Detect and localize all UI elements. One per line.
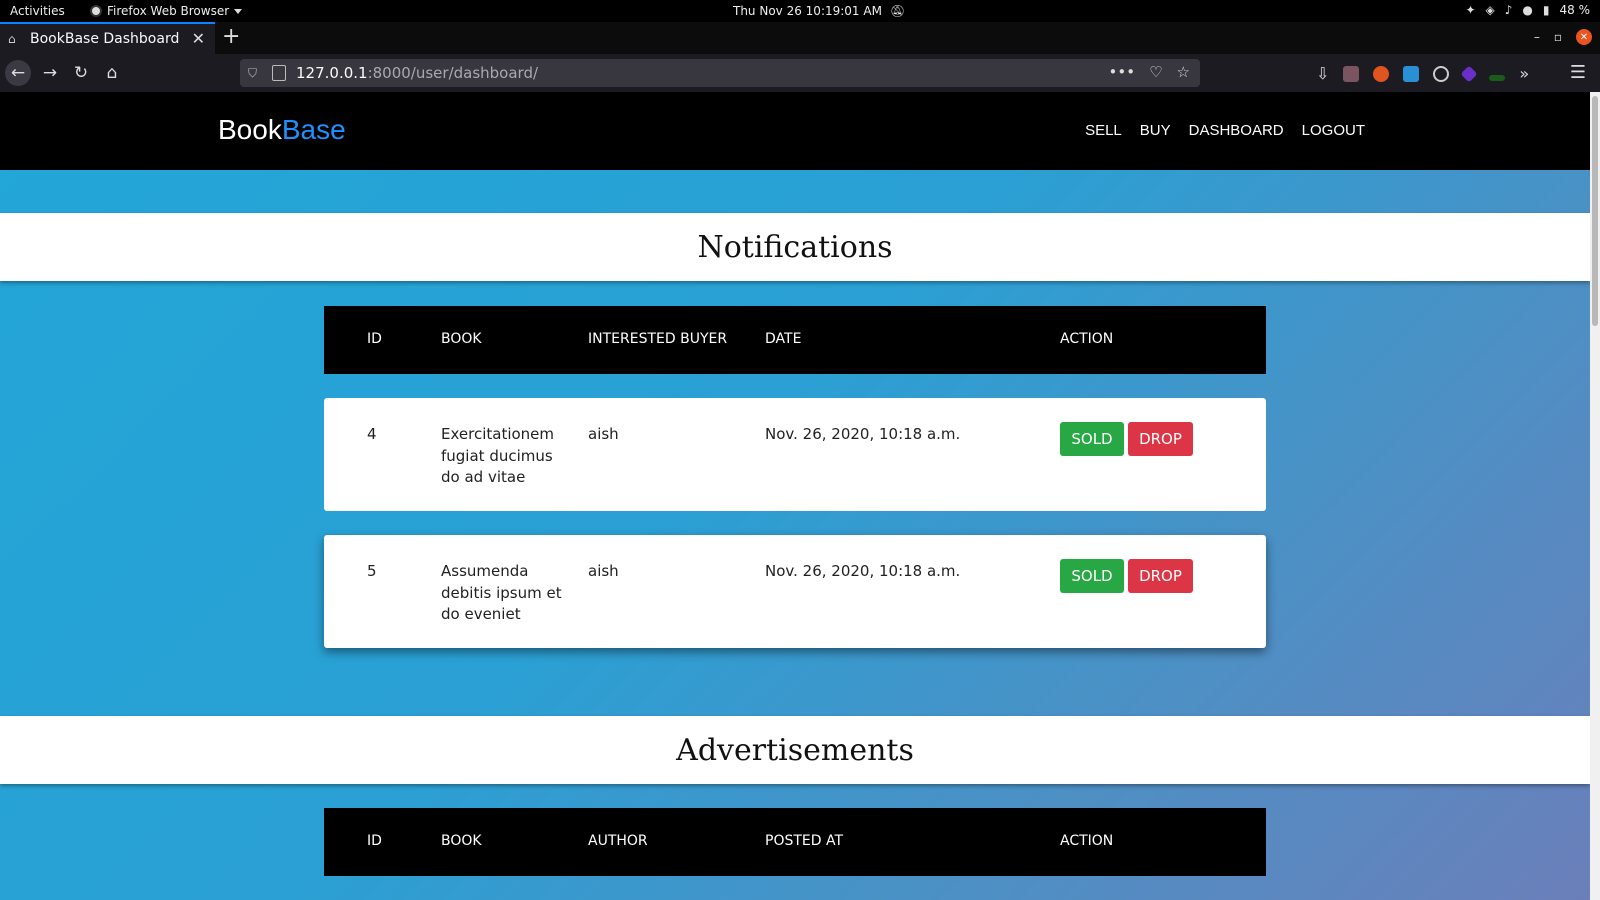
home-icon: ⌂ [8,32,16,46]
home-button[interactable]: ⌂ [99,60,125,86]
nav-buy-link[interactable]: BUY [1140,122,1171,139]
row-date: Nov. 26, 2020, 10:18 a.m. [765,425,961,443]
site-navbar: BookBase SELL BUY DASHBOARD LOGOUT [0,92,1590,170]
bookmark-star-icon[interactable]: ☆ [1177,63,1190,81]
restore-icon[interactable]: ▫ [1554,30,1562,44]
row-id: 5 [367,562,377,580]
forward-button[interactable]: → [37,60,63,86]
clock-text: Thu Nov 26 10:19:01 AM [733,4,882,18]
column-header-book: BOOK [441,331,482,347]
url-bar[interactable]: ⛉ 127.0.0.1:8000/user/dashboard/ ••• ♡ ☆ [240,59,1200,87]
page-actions-icon[interactable]: ••• [1109,63,1136,81]
scrollbar-thumb[interactable] [1592,96,1598,326]
drop-button[interactable]: DROP [1128,422,1193,456]
extension-tray-icon: ✦ [1465,3,1476,17]
row-buyer: aish [588,425,619,443]
battery-percent: 48 % [1559,3,1591,17]
extension-icon[interactable] [1343,65,1360,82]
notifications-muted-icon: 🔕︎ [889,4,906,18]
column-header-action: ACTION [1060,331,1114,347]
extension-icon[interactable] [1373,65,1390,82]
column-header-action: ACTION [1060,833,1114,849]
sold-button[interactable]: SOLD [1060,422,1124,456]
os-top-bar: Activities Firefox Web Browser Thu Nov 2… [0,0,1600,22]
firefox-icon [90,5,102,17]
row-book-title: Exercitationem fugiat ducimus do ad vita… [441,425,555,486]
site-nav-links: SELL BUY DASHBOARD LOGOUT [1085,122,1365,139]
tab-strip: ⌂ BookBase Dashboard ✕ + – ▫ ✕ [0,22,1600,54]
extension-icon[interactable] [1403,65,1420,82]
column-header-interested-buyer: INTERESTED BUYER [588,331,728,347]
brand-logo[interactable]: BookBase [218,114,346,146]
row-date: Nov. 26, 2020, 10:18 a.m. [765,562,961,580]
column-header-posted-at: POSTED AT [765,833,844,849]
activities-button[interactable]: Activities [10,4,65,18]
reload-button[interactable]: ↻ [68,60,94,86]
hamburger-menu-icon[interactable]: ☰ [1570,62,1586,83]
volume-icon: ♪ [1504,3,1513,17]
extension-icon[interactable] [1460,65,1478,82]
pocket-icon[interactable]: ♡ [1149,63,1162,81]
system-tray[interactable]: ✦ ◈ ♪ ● ▮ 48 % [1465,3,1590,17]
notifications-title: Notifications [697,229,893,265]
back-button[interactable]: ← [5,60,31,86]
url-actions: ••• ♡ ☆ [1109,63,1190,81]
column-header-book: BOOK [441,833,482,849]
window-close-icon[interactable]: ✕ [1576,29,1592,45]
app-menu[interactable]: Firefox Web Browser [90,4,243,18]
nav-logout-link[interactable]: LOGOUT [1302,122,1365,139]
column-header-author: AUTHOR [588,833,648,849]
page-scrollbar[interactable] [1590,92,1600,900]
clock[interactable]: Thu Nov 26 10:19:01 AM 🔕︎ [733,4,905,18]
browser-toolbar: ← → ↻ ⌂ ⛉ 127.0.0.1:8000/user/dashboard/… [0,54,1600,92]
advertisements-header-band: Advertisements [0,716,1590,784]
microphone-icon: ● [1522,3,1533,17]
row-id: 4 [367,425,377,443]
nav-dashboard-link[interactable]: DASHBOARD [1189,122,1284,139]
advertisements-table-header: ID BOOK AUTHOR POSTED AT ACTION [324,808,1266,876]
row-book-title: Assumenda debitis ipsum et do eveniet [441,562,562,623]
column-header-date: DATE [765,331,802,347]
wifi-icon: ◈ [1485,3,1495,17]
extension-icon[interactable] [1433,65,1450,82]
overflow-menu-icon[interactable]: » [1519,64,1529,83]
downloads-icon[interactable]: ⇩ [1316,64,1329,83]
row-buyer: aish [588,562,619,580]
column-header-id: ID [367,833,382,849]
notifications-header-band: Notifications [0,213,1590,281]
page-viewport: BookBase SELL BUY DASHBOARD LOGOUT Notif… [0,92,1590,900]
notification-row: 5 Assumenda debitis ipsum et do eveniet … [324,535,1266,648]
tab-bookbase-dashboard[interactable]: ⌂ BookBase Dashboard ✕ [0,22,215,54]
tab-title: BookBase Dashboard [30,31,180,47]
notifications-table-header: ID BOOK INTERESTED BUYER DATE ACTION [324,306,1266,374]
tracking-shield-icon[interactable]: ⛉ [248,66,264,81]
nav-sell-link[interactable]: SELL [1085,122,1122,139]
close-tab-icon[interactable]: ✕ [192,29,205,48]
extension-icons: ⇩ » [1316,64,1529,83]
advertisements-title: Advertisements [676,732,914,768]
battery-icon: ▮ [1542,3,1550,17]
minimize-icon[interactable]: – [1534,30,1540,44]
page-info-icon[interactable] [272,65,286,81]
window-controls: – ▫ ✕ [1534,29,1592,45]
sold-button[interactable]: SOLD [1060,559,1124,593]
url-text[interactable]: 127.0.0.1:8000/user/dashboard/ [296,64,538,82]
chevron-down-icon [234,8,243,14]
drop-button[interactable]: DROP [1128,559,1193,593]
new-tab-button[interactable]: + [222,24,240,49]
app-menu-label: Firefox Web Browser [107,4,230,18]
notification-row: 4 Exercitationem fugiat ducimus do ad vi… [324,398,1266,511]
extension-icon[interactable] [1489,74,1506,81]
column-header-id: ID [367,331,382,347]
